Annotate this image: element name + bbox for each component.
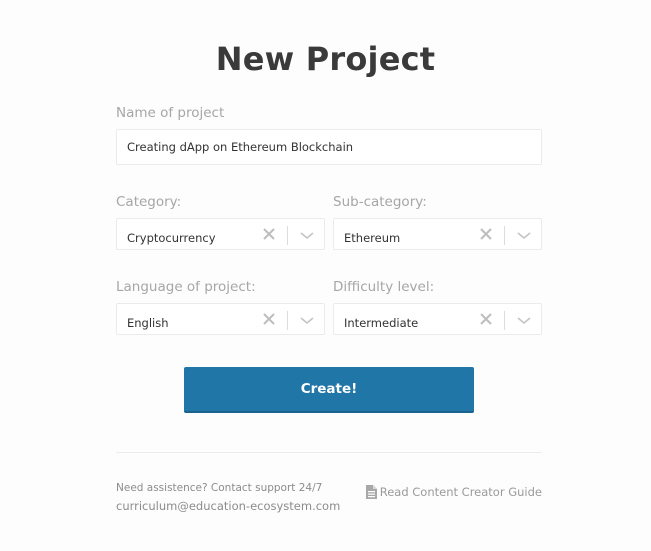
content-creator-guide-link[interactable]: Read Content Creator Guide xyxy=(365,485,542,499)
language-select[interactable]: English xyxy=(116,303,325,335)
chevron-down-icon[interactable] xyxy=(517,232,531,240)
difficulty-label: Difficulty level: xyxy=(333,279,435,295)
close-icon[interactable] xyxy=(480,313,492,325)
close-icon[interactable] xyxy=(263,313,275,325)
select-separator xyxy=(287,311,288,330)
project-name-input[interactable] xyxy=(116,129,542,165)
select-separator xyxy=(504,226,505,245)
footer-divider xyxy=(116,452,542,453)
document-icon xyxy=(365,485,377,499)
subcategory-value: Ethereum xyxy=(344,231,401,245)
guide-link-label: Read Content Creator Guide xyxy=(379,485,542,499)
select-separator xyxy=(504,311,505,330)
support-text: Need assistence? Contact support 24/7 xyxy=(116,482,323,494)
category-label: Category: xyxy=(116,194,182,210)
category-select[interactable]: Cryptocurrency xyxy=(116,218,325,250)
language-value: English xyxy=(127,316,169,330)
difficulty-value: Intermediate xyxy=(344,316,419,330)
project-name-label: Name of project xyxy=(116,105,225,121)
create-button[interactable]: Create! xyxy=(184,367,474,413)
subcategory-label: Sub-category: xyxy=(333,194,427,210)
new-project-page: New Project Name of project Category: Cr… xyxy=(0,0,651,551)
select-separator xyxy=(287,226,288,245)
chevron-down-icon[interactable] xyxy=(300,232,314,240)
chevron-down-icon[interactable] xyxy=(300,317,314,325)
subcategory-select[interactable]: Ethereum xyxy=(333,218,542,250)
support-email[interactable]: curriculum@education-ecosystem.com xyxy=(116,497,340,515)
close-icon[interactable] xyxy=(263,228,275,240)
category-value: Cryptocurrency xyxy=(127,231,216,245)
page-title: New Project xyxy=(215,40,436,78)
difficulty-select[interactable]: Intermediate xyxy=(333,303,542,335)
chevron-down-icon[interactable] xyxy=(517,317,531,325)
support-info: Need assistence? Contact support 24/7 cu… xyxy=(116,479,340,515)
close-icon[interactable] xyxy=(480,228,492,240)
language-label: Language of project: xyxy=(116,279,256,295)
